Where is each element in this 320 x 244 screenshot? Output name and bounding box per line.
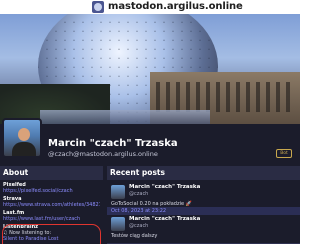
field-lastfm: Last.fm https://www.last.fm/user/czach [0,208,103,222]
header-image [0,14,300,124]
post-item[interactable]: Marcin "czach" Trzaska @czach Testów cią… [107,212,300,244]
site-name[interactable]: mastodon.argilus.online [108,1,243,12]
display-name: Marcin "czach" Trzaska [48,138,178,149]
post-item[interactable]: Marcin "czach" Trzaska @czach GoToSocial… [107,180,300,215]
post-author[interactable]: Marcin "czach" Trzaska [129,184,200,190]
field-strava: Strava https://www.strava.com/athletes/3… [0,194,103,208]
avatar[interactable] [2,118,42,158]
bot-badge: Bot [276,149,292,158]
site-favicon [92,1,104,13]
field-link[interactable]: https://www.strava.com/athletes/3482130 [3,202,100,208]
browser-topbar: mastodon.argilus.online [0,0,300,14]
recent-posts-panel: Recent posts Marcin "czach" Trzaska @cza… [107,166,300,244]
about-title: About [0,166,103,180]
post-handle: @czach [129,223,149,229]
post-avatar[interactable] [111,217,125,231]
field-pixelfed: Pixelfed https://pixelfed.social/czach [0,180,103,194]
about-panel: About Pixelfed https://pixelfed.social/c… [0,166,103,244]
recent-posts-title: Recent posts [107,166,300,180]
post-author[interactable]: Marcin "czach" Trzaska [129,216,200,222]
post-text: Testów ciąg dalszy [111,233,158,239]
account-handle: @czach@mastodon.argilus.online [48,150,158,158]
highlight-annotation [2,224,101,244]
profile-header: Marcin "czach" Trzaska @czach@mastodon.a… [0,114,300,162]
profile-page: Marcin "czach" Trzaska @czach@mastodon.a… [0,14,300,244]
post-handle: @czach [129,191,149,197]
post-avatar[interactable] [111,185,125,199]
